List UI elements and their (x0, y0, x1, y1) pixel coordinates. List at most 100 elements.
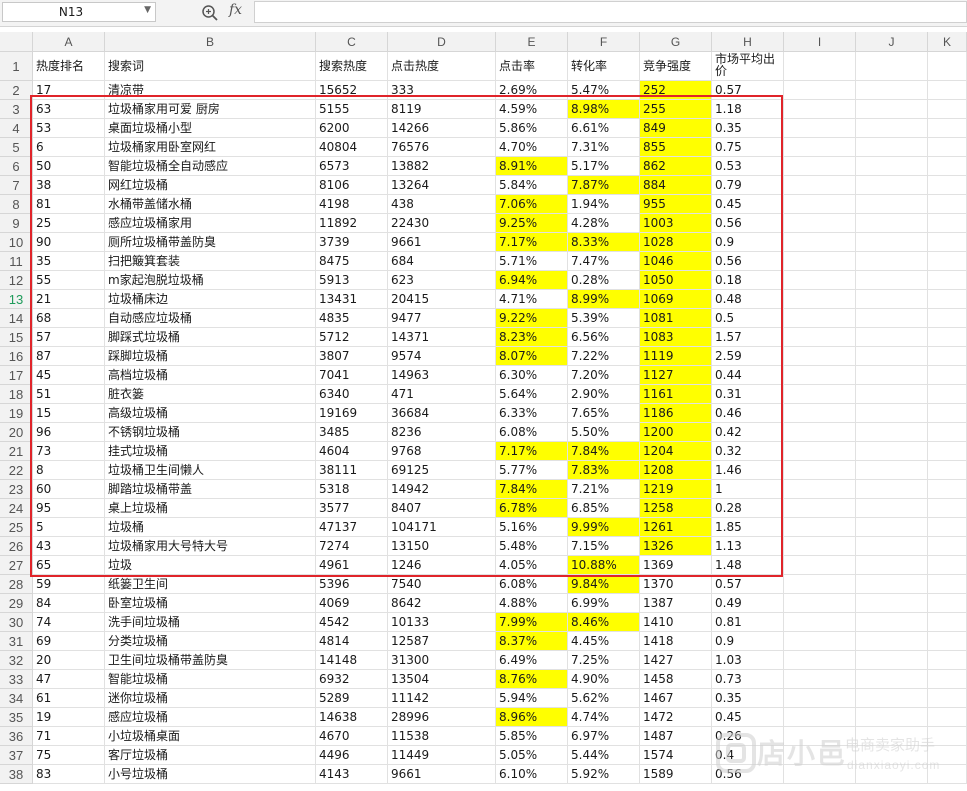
table-cell[interactable]: 96 (33, 423, 105, 442)
table-cell[interactable]: 69125 (388, 461, 496, 480)
table-cell[interactable] (928, 689, 967, 708)
table-cell[interactable]: 38111 (316, 461, 388, 480)
column-header-c[interactable]: C (316, 32, 388, 52)
table-cell[interactable]: 47137 (316, 518, 388, 537)
table-cell[interactable]: 20415 (388, 290, 496, 309)
table-cell[interactable]: 8.23% (496, 328, 568, 347)
table-cell[interactable]: 36684 (388, 404, 496, 423)
table-cell[interactable]: 8.33% (568, 233, 640, 252)
table-cell[interactable]: 1.85 (712, 518, 784, 537)
table-cell[interactable]: 9661 (388, 233, 496, 252)
table-cell[interactable]: 65 (33, 556, 105, 575)
table-cell[interactable] (856, 100, 928, 119)
table-cell[interactable] (784, 100, 856, 119)
table-cell[interactable]: 脚踩式垃圾桶 (105, 328, 316, 347)
table-cell[interactable]: 1 (712, 480, 784, 499)
table-cell[interactable] (856, 366, 928, 385)
table-cell[interactable]: 5.16% (496, 518, 568, 537)
table-cell[interactable]: 0.45 (712, 195, 784, 214)
table-cell[interactable]: 5318 (316, 480, 388, 499)
table-cell[interactable]: 7.47% (568, 252, 640, 271)
table-cell[interactable] (784, 689, 856, 708)
formula-input[interactable] (254, 1, 967, 23)
row-header[interactable]: 14 (0, 309, 33, 328)
table-cell[interactable] (928, 461, 967, 480)
table-cell[interactable]: 955 (640, 195, 712, 214)
table-cell[interactable]: 333 (388, 81, 496, 100)
table-cell[interactable]: 8 (33, 461, 105, 480)
table-cell[interactable]: 7.21% (568, 480, 640, 499)
table-cell[interactable]: 桌上垃圾桶 (105, 499, 316, 518)
table-cell[interactable]: 6.78% (496, 499, 568, 518)
table-cell[interactable]: 6.99% (568, 594, 640, 613)
table-cell[interactable] (928, 632, 967, 651)
column-header-e[interactable]: E (496, 32, 568, 52)
table-cell[interactable]: 43 (33, 537, 105, 556)
table-cell[interactable]: 252 (640, 81, 712, 100)
table-cell[interactable]: 小垃圾桶桌面 (105, 727, 316, 746)
table-cell[interactable]: 25 (33, 214, 105, 233)
table-cell[interactable]: 5.05% (496, 746, 568, 765)
table-cell[interactable]: 5.71% (496, 252, 568, 271)
table-cell[interactable]: 1204 (640, 442, 712, 461)
table-cell[interactable] (856, 119, 928, 138)
table-cell[interactable]: 厕所垃圾桶带盖防臭 (105, 233, 316, 252)
table-cell[interactable]: 61 (33, 689, 105, 708)
table-cell[interactable]: 5.50% (568, 423, 640, 442)
table-cell[interactable] (928, 480, 967, 499)
table-cell[interactable]: 57 (33, 328, 105, 347)
table-cell[interactable]: 12587 (388, 632, 496, 651)
table-cell[interactable]: 6932 (316, 670, 388, 689)
table-cell[interactable]: 7.22% (568, 347, 640, 366)
table-cell[interactable] (784, 423, 856, 442)
table-cell[interactable]: 7.20% (568, 366, 640, 385)
table-cell[interactable]: 19169 (316, 404, 388, 423)
table-cell[interactable]: 4.59% (496, 100, 568, 119)
row-header[interactable]: 38 (0, 765, 33, 784)
table-cell[interactable]: 0.5 (712, 309, 784, 328)
header-cell[interactable] (856, 52, 928, 81)
table-cell[interactable]: 0.9 (712, 632, 784, 651)
header-cell[interactable]: 市场平均出价 (712, 52, 784, 81)
row-header[interactable]: 6 (0, 157, 33, 176)
table-cell[interactable]: 1083 (640, 328, 712, 347)
table-cell[interactable] (856, 309, 928, 328)
table-cell[interactable]: 9.25% (496, 214, 568, 233)
row-header[interactable]: 32 (0, 651, 33, 670)
table-cell[interactable] (856, 423, 928, 442)
table-cell[interactable] (856, 575, 928, 594)
table-cell[interactable]: 13431 (316, 290, 388, 309)
table-cell[interactable]: 1050 (640, 271, 712, 290)
table-cell[interactable]: 3739 (316, 233, 388, 252)
table-cell[interactable] (784, 271, 856, 290)
table-cell[interactable]: 4.70% (496, 138, 568, 157)
table-cell[interactable]: 59 (33, 575, 105, 594)
table-cell[interactable]: 1261 (640, 518, 712, 537)
table-cell[interactable]: 高级垃圾桶 (105, 404, 316, 423)
table-cell[interactable] (928, 347, 967, 366)
table-cell[interactable]: 14266 (388, 119, 496, 138)
table-cell[interactable]: 60 (33, 480, 105, 499)
table-cell[interactable]: 38 (33, 176, 105, 195)
table-cell[interactable]: 11142 (388, 689, 496, 708)
table-cell[interactable]: 15652 (316, 81, 388, 100)
table-cell[interactable] (856, 461, 928, 480)
table-cell[interactable] (784, 708, 856, 727)
table-cell[interactable]: 踩脚垃圾桶 (105, 347, 316, 366)
table-cell[interactable]: 14942 (388, 480, 496, 499)
table-cell[interactable]: 5.48% (496, 537, 568, 556)
table-cell[interactable] (928, 518, 967, 537)
table-cell[interactable]: 7.87% (568, 176, 640, 195)
table-cell[interactable]: 0.56 (712, 214, 784, 233)
table-cell[interactable]: 洗手间垃圾桶 (105, 613, 316, 632)
table-cell[interactable]: 1161 (640, 385, 712, 404)
table-cell[interactable]: 1458 (640, 670, 712, 689)
table-cell[interactable]: 1046 (640, 252, 712, 271)
row-header[interactable]: 28 (0, 575, 33, 594)
table-cell[interactable] (928, 233, 967, 252)
table-cell[interactable]: 1369 (640, 556, 712, 575)
table-cell[interactable] (928, 290, 967, 309)
table-cell[interactable]: 4069 (316, 594, 388, 613)
table-cell[interactable] (856, 613, 928, 632)
table-cell[interactable] (856, 157, 928, 176)
